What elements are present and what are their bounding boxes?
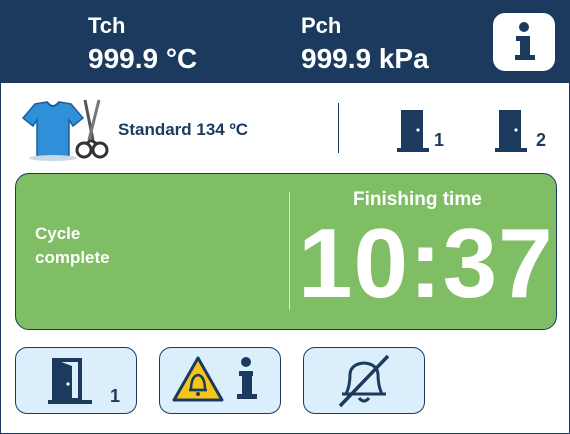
chamber-temperature-value: 999.9 °C — [88, 43, 198, 74]
door-1-number: 1 — [434, 130, 445, 150]
door-2-number: 2 — [536, 130, 547, 150]
mute-alarm-button[interactable] — [303, 347, 425, 414]
textile-scissors-icon — [21, 99, 109, 161]
open-door-number: 1 — [110, 386, 121, 406]
info-button[interactable] — [493, 13, 555, 71]
program-row: Standard 134 ºC 1 2 — [1, 94, 569, 162]
chamber-pressure-label: Pch — [301, 13, 342, 38]
alarm-warning-info-icon — [172, 356, 257, 402]
app-frame: Tch 999.9 °C Pch 999.9 kPa Standard 134 … — [0, 0, 570, 434]
finishing-time-value: 10:37 — [298, 208, 554, 318]
open-door-button[interactable]: 1 — [15, 347, 137, 414]
cycle-status-line-1: Cycle — [35, 224, 81, 243]
cycle-status-line-2: complete — [35, 248, 110, 267]
status-divider — [289, 192, 290, 310]
program-name: Standard 134 ºC — [118, 120, 248, 139]
door-closed-icon — [495, 110, 527, 152]
header-bar: Tch 999.9 °C Pch 999.9 kPa — [1, 1, 569, 83]
door-closed-icon — [397, 110, 429, 152]
bell-muted-icon — [338, 354, 390, 408]
cycle-status-panel: Cycle complete Finishing time 10:37 — [15, 173, 557, 330]
alarm-info-button[interactable] — [159, 347, 281, 414]
info-icon — [515, 22, 535, 60]
cycle-status-message: Cycle complete — [35, 222, 110, 270]
chamber-temperature-label: Tch — [88, 13, 126, 38]
chamber-pressure-value: 999.9 kPa — [301, 43, 429, 74]
program-divider — [338, 103, 339, 153]
